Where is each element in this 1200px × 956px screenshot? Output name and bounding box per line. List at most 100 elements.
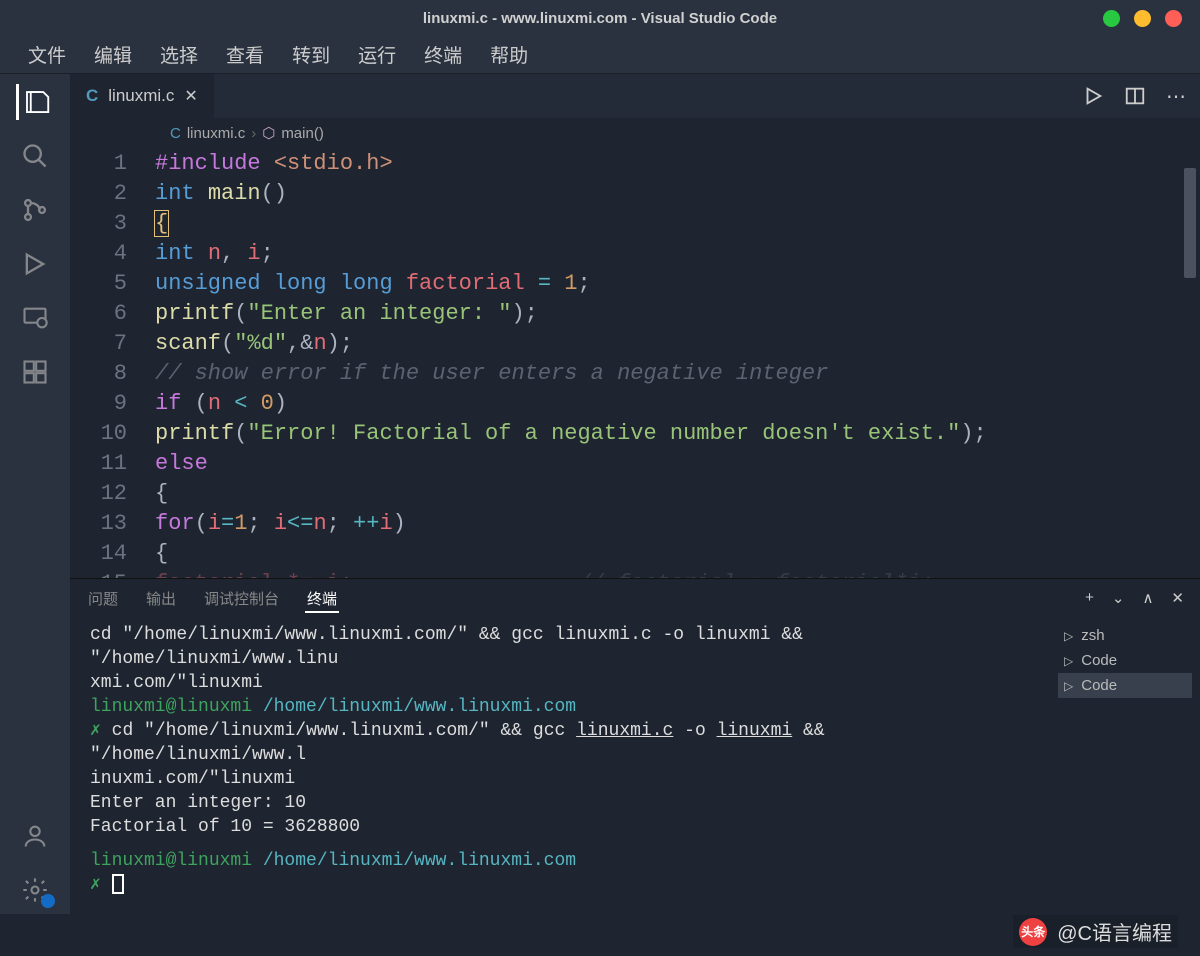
code-line[interactable]: 1#include <stdio.h> [70,148,1200,178]
close-button[interactable] [1165,10,1182,27]
line-content: { [155,541,168,566]
maximize-panel-icon[interactable]: ∧ [1142,589,1153,607]
accounts-icon[interactable] [17,818,53,854]
line-content: for(i=1; i<=n; ++i) [155,511,406,536]
tab-terminal[interactable]: 终端 [305,584,339,613]
line-content: printf("Error! Factorial of a negative n… [155,421,987,446]
code-line[interactable]: 5unsigned long long factorial = 1; [70,268,1200,298]
minimize-button[interactable] [1103,10,1120,27]
bottom-panel: 问题 输出 调试控制台 终端 + ⌄ ∧ ✕ cd "/home/linuxmi… [70,578,1200,914]
window-controls [1103,10,1182,27]
line-number: 2 [70,181,155,206]
line-number: 11 [70,451,155,476]
menu-run[interactable]: 运行 [348,37,406,72]
chevron-down-icon[interactable]: ⌄ [1112,589,1125,607]
breadcrumb-file: linuxmi.c [187,125,245,142]
c-file-icon: C [170,125,181,142]
run-icon[interactable] [1082,85,1104,107]
split-editor-icon[interactable] [1124,85,1146,107]
window-title: linuxmi.c - www.linuxmi.com - Visual Stu… [423,10,777,27]
code-line[interactable]: 3{ [70,208,1200,238]
code-line[interactable]: 15factorial *= i; // factorial = factori… [70,568,1200,578]
line-content: int n, i; [155,241,274,266]
file-tab[interactable]: C linuxmi.c ✕ [70,74,214,118]
code-line[interactable]: 13for(i=1; i<=n; ++i) [70,508,1200,538]
cube-icon: ⬡ [262,124,275,142]
explorer-icon[interactable] [16,84,52,120]
code-line[interactable]: 10printf("Error! Factorial of a negative… [70,418,1200,448]
terminal-icon: ▷ [1064,629,1073,643]
terminal-prompt-path: /home/linuxmi/www.linuxmi.com [252,697,576,717]
code-line[interactable]: 11else [70,448,1200,478]
menu-help[interactable]: 帮助 [480,37,538,72]
watermark-text: @C语言编程 [1057,917,1172,946]
close-icon[interactable]: ✕ [184,86,197,106]
menu-edit[interactable]: 编辑 [84,37,142,72]
terminal-line: cd "/home/linuxmi/www.linuxmi.com/" && g… [90,625,803,669]
line-number: 8 [70,361,155,386]
line-content: else [155,451,208,476]
menu-selection[interactable]: 选择 [150,37,208,72]
line-content: // show error if the user enters a negat… [155,361,828,386]
run-debug-icon[interactable] [17,246,53,282]
scrollbar[interactable] [1184,168,1196,278]
code-line[interactable]: 9if (n < 0) [70,388,1200,418]
line-number: 5 [70,271,155,296]
watermark: 头条 @C语言编程 [1013,915,1178,948]
breadcrumb[interactable]: C linuxmi.c › ⬡ main() [70,118,1200,148]
terminal-cursor [112,874,124,894]
line-number: 14 [70,541,155,566]
terminal-line: cd "/home/linuxmi/www.linuxmi.com/" && g… [90,721,825,765]
more-icon[interactable]: ⋯ [1166,84,1186,109]
terminal-icon: ▷ [1064,654,1073,668]
line-number: 13 [70,511,155,536]
line-content: #include <stdio.h> [155,151,393,176]
line-number: 6 [70,301,155,326]
close-panel-icon[interactable]: ✕ [1171,589,1184,607]
c-file-icon: C [86,86,98,106]
terminal-line: Enter an integer: 10 [90,793,306,813]
code-line[interactable]: 12{ [70,478,1200,508]
line-number: 7 [70,331,155,356]
extensions-icon[interactable] [17,354,53,390]
search-icon[interactable] [17,138,53,174]
menu-view[interactable]: 查看 [216,37,274,72]
settings-icon[interactable] [17,872,53,908]
menu-file[interactable]: 文件 [18,37,76,72]
terminal-list-label: zsh [1081,627,1104,644]
code-line[interactable]: 7scanf("%d",&n); [70,328,1200,358]
new-terminal-icon[interactable]: + [1085,589,1094,607]
line-content: { [155,481,168,506]
prompt-char: ✗ [90,875,112,895]
tab-output[interactable]: 输出 [144,584,178,613]
remote-icon[interactable] [17,300,53,336]
line-number: 12 [70,481,155,506]
terminal-output[interactable]: cd "/home/linuxmi/www.linuxmi.com/" && g… [70,617,1050,914]
code-line[interactable]: 4int n, i; [70,238,1200,268]
maximize-button[interactable] [1134,10,1151,27]
terminal-list-item[interactable]: ▷Code [1058,648,1192,673]
code-line[interactable]: 2int main() [70,178,1200,208]
terminal-list-item[interactable]: ▷Code [1058,673,1192,698]
line-number: 15 [70,571,155,579]
tab-problems[interactable]: 问题 [86,584,120,613]
menubar: 文件 编辑 选择 查看 转到 运行 终端 帮助 [0,36,1200,74]
code-line[interactable]: 8// show error if the user enters a nega… [70,358,1200,388]
toutiao-logo-icon: 头条 [1019,918,1047,946]
line-content: if (n < 0) [155,391,287,416]
line-content: printf("Enter an integer: "); [155,301,538,326]
tab-bar: C linuxmi.c ✕ ⋯ [70,74,1200,118]
code-editor[interactable]: 1#include <stdio.h>2int main()3{4int n, … [70,148,1200,578]
line-content: { [155,211,168,236]
terminal-list-item[interactable]: ▷ zsh [1058,623,1192,648]
terminal-prompt-user: linuxmi@linuxmi [90,697,252,717]
code-line[interactable]: 6printf("Enter an integer: "); [70,298,1200,328]
prompt-char: ✗ [90,721,112,741]
menu-go[interactable]: 转到 [282,37,340,72]
code-line[interactable]: 14{ [70,538,1200,568]
terminal-line: xmi.com/"linuxmi [90,673,263,693]
menu-terminal[interactable]: 终端 [414,37,472,72]
tab-debug-console[interactable]: 调试控制台 [202,584,281,613]
source-control-icon[interactable] [17,192,53,228]
line-content: scanf("%d",&n); [155,331,353,356]
